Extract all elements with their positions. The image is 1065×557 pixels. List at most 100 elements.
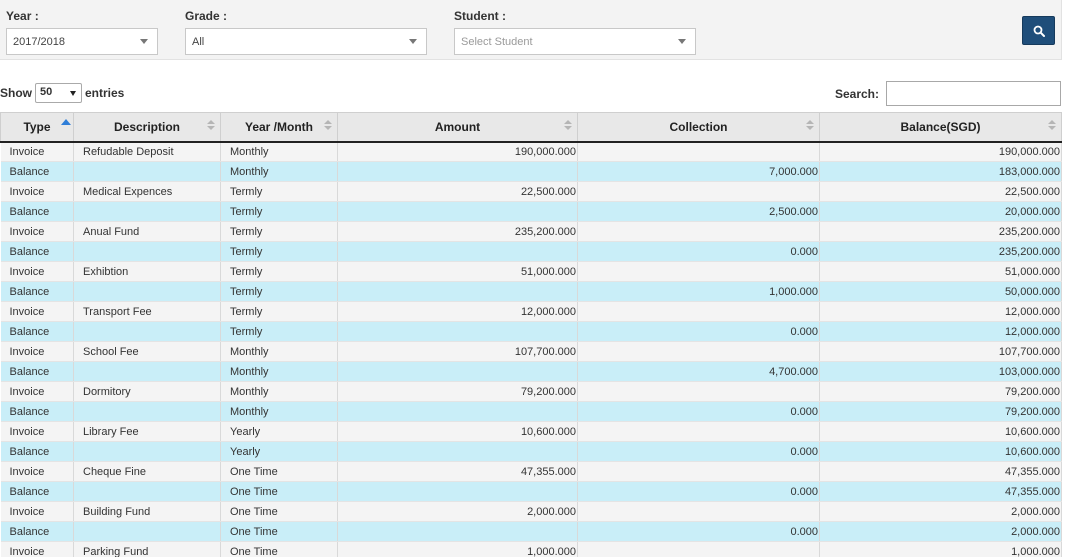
cell-amount: [337, 441, 578, 462]
column-header-type[interactable]: Type: [0, 112, 74, 143]
year-select[interactable]: 2017/2018: [6, 28, 158, 55]
table-body: Invoice Refudable Deposit Monthly 190,000.0…: [0, 141, 1062, 557]
column-header-balance[interactable]: Balance(SGD): [819, 112, 1062, 143]
cell-collection: [577, 141, 820, 162]
cell-type: Balance: [0, 441, 74, 462]
table-row: Invoice Cheque Fine One Time 47,355.000 47,3…: [0, 461, 1062, 482]
cell-period: Termly: [220, 221, 338, 242]
cell-type: Invoice: [0, 221, 74, 242]
cell-period: Monthly: [220, 361, 338, 382]
cell-amount: 10,600.000: [337, 421, 578, 442]
cell-balance: 10,600.000: [819, 441, 1062, 462]
student-select[interactable]: Select Student: [454, 28, 696, 55]
grade-select[interactable]: All: [185, 28, 427, 55]
cell-amount: 12,000.000: [337, 301, 578, 322]
chevron-down-icon: [409, 39, 417, 44]
column-header-collection[interactable]: Collection: [577, 112, 820, 143]
cell-type: Invoice: [0, 181, 74, 202]
cell-type: Invoice: [0, 421, 74, 442]
cell-type: Invoice: [0, 141, 74, 162]
cell-balance: 235,200.000: [819, 241, 1062, 262]
cell-period: Monthly: [220, 341, 338, 362]
cell-description: Medical Expences: [73, 181, 221, 202]
table-search-control: Search:: [835, 81, 1061, 106]
year-label: Year :: [6, 9, 39, 23]
sort-icon: [324, 120, 332, 132]
sort-icon: [1048, 120, 1056, 132]
cell-balance: 235,200.000: [819, 221, 1062, 242]
cell-description: [73, 481, 221, 502]
cell-description: Dormitory: [73, 381, 221, 402]
cell-balance: 22,500.000: [819, 181, 1062, 202]
grade-select-value: All: [192, 36, 205, 48]
cell-amount: [337, 401, 578, 422]
cell-balance: 12,000.000: [819, 321, 1062, 342]
table-row: Balance One Time 0.000 2,000.000: [0, 521, 1062, 542]
cell-period: Yearly: [220, 421, 338, 442]
table-row: Balance Termly 1,000.000 50,000.000: [0, 281, 1062, 302]
cell-type: Invoice: [0, 261, 74, 282]
cell-type: Balance: [0, 161, 74, 182]
column-header-description[interactable]: Description: [73, 112, 221, 143]
student-label: Student :: [454, 9, 506, 23]
cell-description: [73, 201, 221, 222]
cell-balance: 20,000.000: [819, 201, 1062, 222]
cell-balance: 79,200.000: [819, 381, 1062, 402]
cell-balance: 2,000.000: [819, 501, 1062, 522]
cell-type: Balance: [0, 481, 74, 502]
sort-icon: [207, 120, 215, 132]
table-search-input[interactable]: [886, 81, 1061, 106]
entries-select-value: 50: [40, 86, 53, 98]
grade-label: Grade :: [185, 9, 228, 23]
cell-collection: 4,700.000: [577, 361, 820, 382]
cell-type: Balance: [0, 281, 74, 302]
table-row: Invoice School Fee Monthly 107,700.000 107,7…: [0, 341, 1062, 362]
table-row: Balance Termly 0.000 12,000.000: [0, 321, 1062, 342]
entries-select[interactable]: 50: [35, 83, 82, 103]
cell-collection: 0.000: [577, 441, 820, 462]
cell-amount: 47,355.000: [337, 461, 578, 482]
column-header-amount[interactable]: Amount: [337, 112, 578, 143]
cell-description: [73, 241, 221, 262]
cell-description: Building Fund: [73, 501, 221, 522]
table-row: Invoice Library Fee Yearly 10,600.000 10,600…: [0, 421, 1062, 442]
filter-bar: Year : 2017/2018 Grade : All Student : S…: [0, 0, 1062, 60]
cell-collection: 0.000: [577, 521, 820, 542]
student-select-placeholder: Select Student: [461, 36, 533, 48]
cell-balance: 79,200.000: [819, 401, 1062, 422]
cell-period: One Time: [220, 541, 338, 557]
table-row: Invoice Dormitory Monthly 79,200.000 79,200.…: [0, 381, 1062, 402]
table-row: Balance Termly 0.000 235,200.000: [0, 241, 1062, 262]
cell-amount: [337, 361, 578, 382]
cell-balance: 1,000.000: [819, 541, 1062, 557]
cell-amount: 1,000.000: [337, 541, 578, 557]
cell-collection: [577, 421, 820, 442]
column-header-year-month[interactable]: Year /Month: [220, 112, 338, 143]
search-button[interactable]: [1022, 16, 1055, 45]
cell-collection: [577, 501, 820, 522]
cell-balance: 47,355.000: [819, 461, 1062, 482]
cell-period: One Time: [220, 461, 338, 482]
table-row: Balance Yearly 0.000 10,600.000: [0, 441, 1062, 462]
column-header-label: Collection: [669, 119, 728, 134]
cell-collection: [577, 181, 820, 202]
cell-type: Balance: [0, 241, 74, 262]
cell-period: Termly: [220, 301, 338, 322]
cell-period: Monthly: [220, 161, 338, 182]
cell-amount: [337, 281, 578, 302]
table-row: Invoice Medical Expences Termly 22,500.000 2…: [0, 181, 1062, 202]
cell-description: Transport Fee: [73, 301, 221, 322]
cell-balance: 2,000.000: [819, 521, 1062, 542]
cell-description: [73, 281, 221, 302]
cell-amount: [337, 241, 578, 262]
year-filter: Year : 2017/2018: [6, 9, 158, 55]
cell-collection: [577, 341, 820, 362]
cell-amount: 2,000.000: [337, 501, 578, 522]
cell-collection: [577, 301, 820, 322]
cell-balance: 183,000.000: [819, 161, 1062, 182]
cell-amount: 22,500.000: [337, 181, 578, 202]
cell-description: Cheque Fine: [73, 461, 221, 482]
cell-amount: 235,200.000: [337, 221, 578, 242]
fee-table: Type Description Year /Month Amount Coll…: [0, 112, 1062, 557]
cell-collection: 7,000.000: [577, 161, 820, 182]
